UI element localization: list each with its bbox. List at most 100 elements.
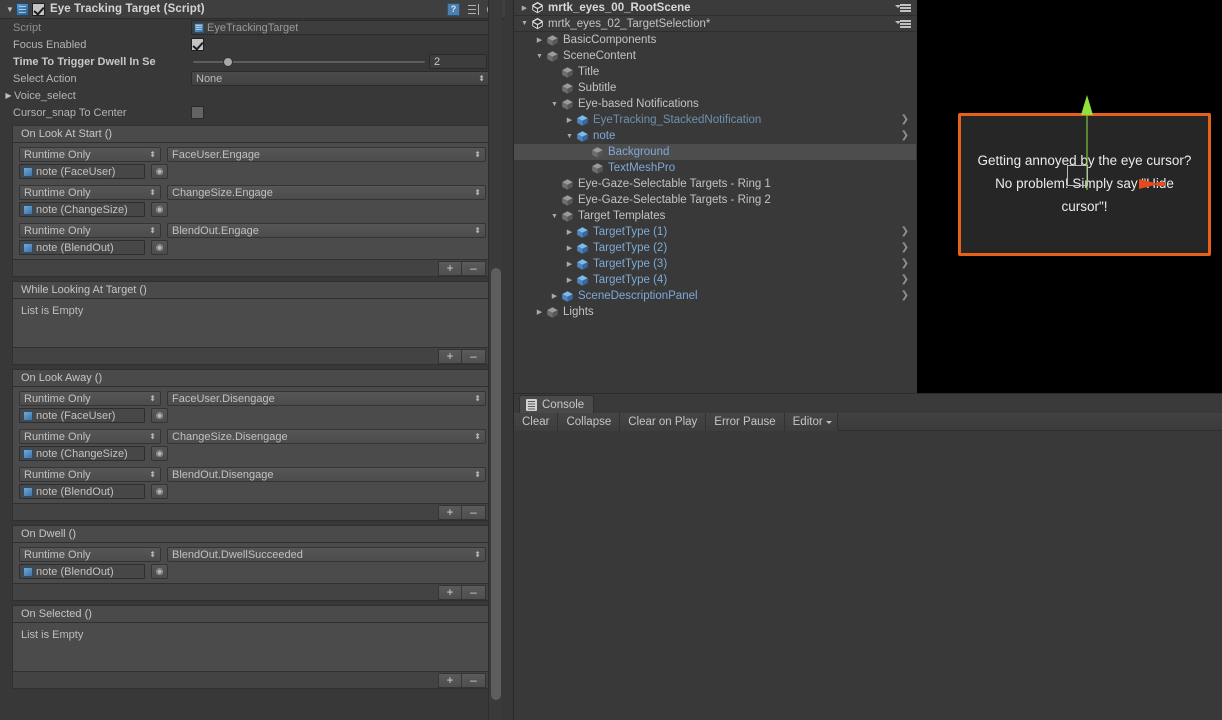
event-mode-dropdown[interactable]: Runtime Only: [19, 547, 161, 562]
component-foldout-icon[interactable]: [4, 0, 16, 19]
error-pause-button[interactable]: Error Pause: [706, 413, 784, 431]
open-prefab-chevron-icon[interactable]: [901, 226, 909, 237]
scene-context-menu-icon[interactable]: [895, 3, 911, 13]
expand-arrow-closed-icon[interactable]: [563, 244, 576, 252]
voice-select-foldout-icon[interactable]: [3, 86, 14, 105]
select-action-dropdown[interactable]: None: [191, 71, 490, 86]
clear-button[interactable]: Clear: [514, 413, 558, 431]
hierarchy-row[interactable]: TargetType (3): [514, 256, 916, 272]
expand-arrow-open-icon[interactable]: [548, 101, 561, 108]
event-method-dropdown[interactable]: FaceUser.Engage: [167, 147, 486, 162]
remove-event-button[interactable]: –: [462, 261, 486, 276]
hierarchy-row[interactable]: TextMeshPro: [514, 160, 916, 176]
editor-dropdown-button[interactable]: Editor: [785, 413, 838, 431]
remove-event-button[interactable]: –: [462, 349, 486, 364]
component-header[interactable]: Eye Tracking Target (Script): [0, 0, 505, 19]
dwell-value-field[interactable]: 2: [429, 54, 487, 69]
event-target-object-field[interactable]: note (FaceUser): [19, 408, 145, 423]
event-mode-dropdown[interactable]: Runtime Only: [19, 185, 161, 200]
event-method-dropdown[interactable]: BlendOut.DwellSucceeded: [167, 547, 486, 562]
object-picker-icon[interactable]: ◉: [151, 408, 168, 423]
hierarchy-row[interactable]: Target Templates: [514, 208, 916, 224]
open-prefab-chevron-icon[interactable]: [901, 242, 909, 253]
event-method-dropdown[interactable]: BlendOut.Disengage: [167, 467, 486, 482]
object-picker-icon[interactable]: ◉: [151, 446, 168, 461]
event-method-dropdown[interactable]: BlendOut.Engage: [167, 223, 486, 238]
object-picker-icon[interactable]: ◉: [151, 484, 168, 499]
clear-on-play-button[interactable]: Clear on Play: [620, 413, 706, 431]
event-target-object-field[interactable]: note (FaceUser): [19, 164, 145, 179]
object-picker-icon[interactable]: ◉: [151, 164, 168, 179]
expand-arrow-open-icon[interactable]: [533, 53, 546, 60]
event-mode-dropdown[interactable]: Runtime Only: [19, 429, 161, 444]
slider-track[interactable]: [193, 61, 425, 63]
add-event-button[interactable]: +: [438, 585, 462, 600]
expand-arrow-closed-icon[interactable]: [518, 4, 531, 12]
tab-console[interactable]: Console: [519, 395, 594, 413]
script-object-field[interactable]: EyeTrackingTarget: [191, 20, 490, 35]
object-picker-icon[interactable]: ◉: [151, 202, 168, 217]
event-target-object-field[interactable]: note (BlendOut): [19, 484, 145, 499]
hierarchy-row[interactable]: Subtitle: [514, 80, 916, 96]
inspector-scrollbar-thumb[interactable]: [491, 268, 501, 700]
event-mode-dropdown[interactable]: Runtime Only: [19, 467, 161, 482]
property-row-voice-select[interactable]: Voice_select: [0, 87, 505, 104]
hierarchy-row[interactable]: Eye-Gaze-Selectable Targets - Ring 1: [514, 176, 916, 192]
expand-arrow-closed-icon[interactable]: [533, 308, 546, 316]
event-target-object-field[interactable]: note (ChangeSize): [19, 202, 145, 217]
cursor-snap-checkbox[interactable]: [191, 106, 204, 119]
hierarchy-row[interactable]: mrtk_eyes_00_RootScene: [514, 0, 916, 16]
hierarchy-row[interactable]: TargetType (1): [514, 224, 916, 240]
transform-handle[interactable]: [1067, 165, 1088, 186]
add-event-button[interactable]: +: [438, 673, 462, 688]
property-label-foldout[interactable]: Voice_select: [3, 86, 191, 105]
hierarchy-row[interactable]: note: [514, 128, 916, 144]
hierarchy-row[interactable]: EyeTracking_StackedNotification: [514, 112, 916, 128]
event-method-dropdown[interactable]: ChangeSize.Engage: [167, 185, 486, 200]
event-target-object-field[interactable]: note (BlendOut): [19, 564, 145, 579]
hierarchy-row[interactable]: Eye-Gaze-Selectable Targets - Ring 2: [514, 192, 916, 208]
open-prefab-chevron-icon[interactable]: [901, 114, 909, 125]
remove-event-button[interactable]: –: [462, 505, 486, 520]
slider-handle[interactable]: [223, 57, 233, 67]
hierarchy-row[interactable]: SceneDescriptionPanel: [514, 288, 916, 304]
hierarchy-row[interactable]: Lights: [514, 304, 916, 320]
expand-arrow-closed-icon[interactable]: [563, 260, 576, 268]
hierarchy-row[interactable]: BasicComponents: [514, 32, 916, 48]
hierarchy-row[interactable]: Eye-based Notifications: [514, 96, 916, 112]
focus-enabled-checkbox[interactable]: [191, 38, 204, 51]
hierarchy-row[interactable]: mrtk_eyes_02_TargetSelection*: [514, 16, 916, 32]
event-mode-dropdown[interactable]: Runtime Only: [19, 391, 161, 406]
remove-event-button[interactable]: –: [462, 673, 486, 688]
hierarchy-row[interactable]: TargetType (4): [514, 272, 916, 288]
object-picker-icon[interactable]: ◉: [151, 564, 168, 579]
expand-arrow-closed-icon[interactable]: [563, 228, 576, 236]
expand-arrow-closed-icon[interactable]: [563, 276, 576, 284]
inspector-scrollbar[interactable]: [488, 0, 502, 720]
preset-icon[interactable]: [467, 3, 480, 16]
remove-event-button[interactable]: –: [462, 585, 486, 600]
add-event-button[interactable]: +: [438, 261, 462, 276]
event-target-object-field[interactable]: note (ChangeSize): [19, 446, 145, 461]
open-prefab-chevron-icon[interactable]: [901, 130, 909, 141]
add-event-button[interactable]: +: [438, 349, 462, 364]
collapse-button[interactable]: Collapse: [558, 413, 620, 431]
expand-arrow-open-icon[interactable]: [563, 133, 576, 140]
dwell-slider[interactable]: 2: [191, 54, 505, 69]
hierarchy-row[interactable]: SceneContent: [514, 48, 916, 64]
hierarchy-row[interactable]: Background: [514, 144, 916, 160]
hierarchy-row[interactable]: Title: [514, 64, 916, 80]
expand-arrow-open-icon[interactable]: [548, 213, 561, 220]
event-method-dropdown[interactable]: ChangeSize.Disengage: [167, 429, 486, 444]
object-picker-icon[interactable]: ◉: [151, 240, 168, 255]
event-mode-dropdown[interactable]: Runtime Only: [19, 147, 161, 162]
hierarchy-row[interactable]: TargetType (2): [514, 240, 916, 256]
expand-arrow-closed-icon[interactable]: [563, 116, 576, 124]
component-enabled-checkbox[interactable]: [32, 3, 45, 16]
expand-arrow-closed-icon[interactable]: [533, 36, 546, 44]
add-event-button[interactable]: +: [438, 505, 462, 520]
open-prefab-chevron-icon[interactable]: [901, 274, 909, 285]
open-prefab-chevron-icon[interactable]: [901, 290, 909, 301]
event-mode-dropdown[interactable]: Runtime Only: [19, 223, 161, 238]
open-prefab-chevron-icon[interactable]: [901, 258, 909, 269]
